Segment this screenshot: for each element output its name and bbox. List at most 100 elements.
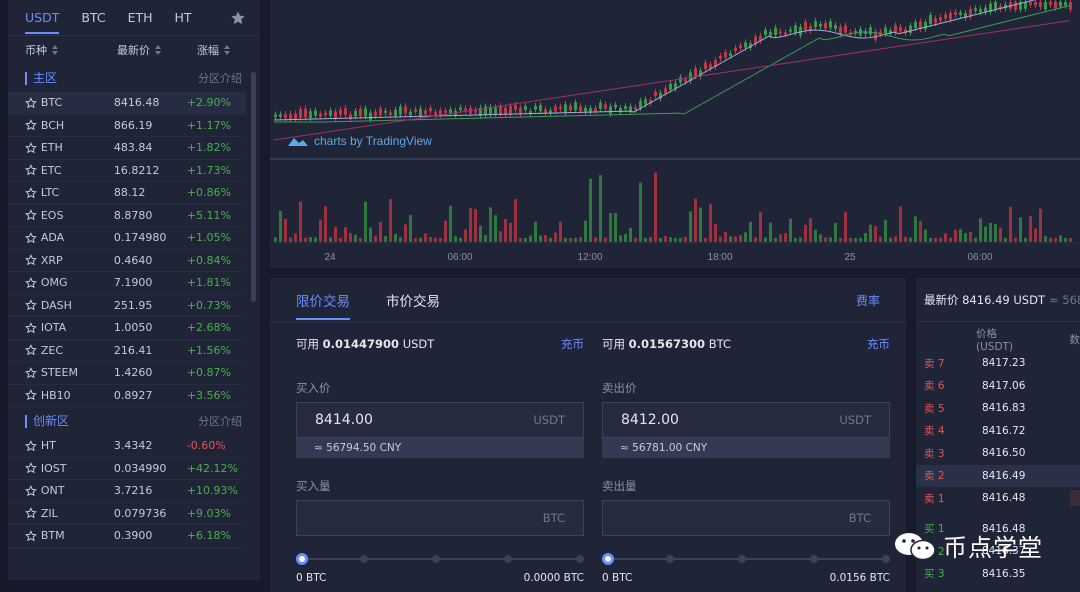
volume-bar [1019,217,1022,242]
sell-form: 可用 0.01567300 BTC 充币 卖出价 8412.00 USDT ≈ … [602,334,890,584]
favorite-star-icon[interactable] [25,507,37,519]
market-list-scrollbar[interactable] [251,72,256,302]
tab-usdt[interactable]: USDT [25,0,60,36]
sell-price-input[interactable]: 8412.00 USDT [602,402,890,438]
market-symbol: ETC [40,163,62,177]
favorite-star-icon[interactable] [25,254,37,266]
volume-bar [949,237,952,242]
market-row-ont[interactable]: ONT 3.7216 +10.93% [8,480,246,503]
slider-step[interactable] [882,555,890,563]
ask-row[interactable]: 卖 7 8417.23 [916,352,1080,375]
volume-bar [734,236,737,242]
market-row-zil[interactable]: ZIL 0.079736 +9.03% [8,503,246,525]
ask-row[interactable]: 卖 6 8417.06 [916,375,1080,398]
volume-bar [729,236,732,242]
ask-row[interactable]: 卖 3 8416.50 [916,442,1080,465]
candle [559,106,562,110]
favorite-star-icon[interactable] [25,462,37,474]
volume-bar [684,236,687,242]
slider-step[interactable] [738,555,746,563]
favorite-star-icon[interactable] [25,231,37,244]
favorite-star-icon[interactable] [25,321,37,334]
market-row-xrp[interactable]: XRP 0.4640 +0.84% [8,250,246,272]
tab-limit-order[interactable]: 限价交易 [296,290,350,320]
market-row-eos[interactable]: EOS 8.8780 +5.11% [8,205,246,227]
market-row-omg[interactable]: OMG 7.1900 +1.81% [8,272,246,295]
market-row-zec[interactable]: ZEC 216.41 +1.56% [8,340,246,362]
market-row-dash[interactable]: DASH 251.95 +0.73% [8,295,246,317]
volume-bar [834,222,837,242]
tab-market-order[interactable]: 市价交易 [386,290,440,320]
favorite-star-icon[interactable] [25,119,37,131]
market-change: +0.73% [186,298,231,312]
candle [944,14,947,19]
buy-qty-label: 买入量 [296,479,331,493]
favorite-star-icon[interactable] [25,141,37,154]
slider-step[interactable] [432,555,440,563]
favorite-star-icon[interactable] [25,299,37,311]
market-row-btc[interactable]: BTC 8416.48 +2.90% [8,92,246,115]
favorite-star-icon[interactable] [25,209,37,221]
favorites-star-icon[interactable] [230,10,246,26]
market-row-ltc[interactable]: LTC 88.12 +0.86% [8,182,246,205]
market-row-steem[interactable]: STEEM 1.4260 +0.87% [8,362,246,385]
bid-row[interactable]: 买 3 8416.35 [916,563,1080,586]
market-row-etc[interactable]: ETC 16.8212 +1.73% [8,160,246,182]
favorite-star-icon[interactable] [25,96,37,109]
slider-handle[interactable] [296,553,308,565]
volume-bar [314,237,317,242]
favorite-star-icon[interactable] [25,186,37,199]
favorite-star-icon[interactable] [25,529,37,542]
volume-bar [529,235,532,242]
market-row-eth[interactable]: ETH 483.84 +1.82% [8,137,246,160]
fee-rate-link[interactable]: 费率 [856,292,880,309]
price-chart[interactable]: charts by TradingView 24 06:00 12:00 18:00 25… [270,0,1080,268]
ask-row[interactable]: 卖 1 8416.48 [916,487,1080,510]
market-row-ht[interactable]: HT 3.4342 -0.60% [8,435,246,458]
favorite-star-icon[interactable] [25,484,37,497]
slider-step[interactable] [666,555,674,563]
tab-btc[interactable]: BTC [81,0,105,36]
sell-available-amount: 0.01567300 [628,337,706,351]
slider-step[interactable] [810,555,818,563]
favorite-star-icon[interactable] [25,439,37,452]
volume-bar [989,223,992,242]
candle [424,110,427,115]
ask-row[interactable]: 卖 4 8416.72 [916,420,1080,443]
section-info-link[interactable]: 分区介绍 [198,70,242,86]
market-row-hb10[interactable]: HB10 0.8927 +3.56% [8,385,246,407]
sell-qty-input[interactable]: BTC [602,500,890,536]
buy-price-input[interactable]: 8414.00 USDT [296,402,584,438]
buy-deposit-link[interactable]: 充币 [561,336,584,352]
slider-step[interactable] [576,555,584,563]
candle [794,25,797,33]
market-row-ada[interactable]: ADA 0.174980 +1.05% [8,227,246,250]
volume-bar [549,237,552,242]
favorite-star-icon[interactable] [25,164,37,176]
ask-row[interactable]: 卖 2 8416.49 [916,464,1080,487]
sort-by-symbol[interactable]: 币种 [25,42,117,58]
market-price: 3.7216 [113,484,153,498]
candlestick-chart[interactable]: charts by TradingView 24 06:00 12:00 18:00 25… [270,0,1080,268]
slider-step[interactable] [504,555,512,563]
market-row-iota[interactable]: IOTA 1.0050 +2.68% [8,317,246,340]
sort-by-change[interactable]: 涨幅 [197,42,257,58]
market-row-btm[interactable]: BTM 0.3900 +6.18% [8,525,246,548]
sort-by-price[interactable]: 最新价 [117,42,197,58]
sell-deposit-link[interactable]: 充币 [867,336,890,352]
buy-amount-slider[interactable] [296,552,584,566]
buy-qty-input[interactable]: BTC [296,500,584,536]
slider-handle[interactable] [602,553,614,565]
favorite-star-icon[interactable] [25,276,37,289]
section-info-link[interactable]: 分区介绍 [198,413,242,429]
tab-ht[interactable]: HT [175,0,192,36]
market-row-bch[interactable]: BCH 866.19 +1.17% [8,115,246,137]
tab-eth[interactable]: ETH [128,0,153,36]
favorite-star-icon[interactable] [25,366,37,379]
favorite-star-icon[interactable] [25,344,37,356]
favorite-star-icon[interactable] [25,389,37,401]
ask-row[interactable]: 卖 5 8416.83 [916,397,1080,420]
sell-amount-slider[interactable] [602,552,890,566]
slider-step[interactable] [360,555,368,563]
market-row-iost[interactable]: IOST 0.034990 +42.12% [8,458,246,480]
